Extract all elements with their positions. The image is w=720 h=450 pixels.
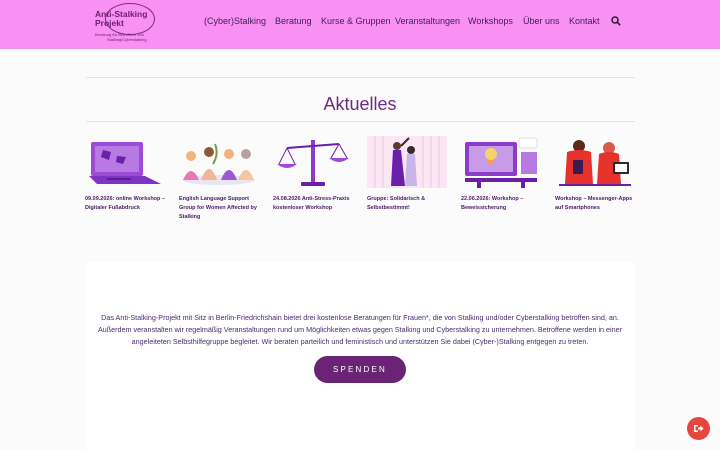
news-card-title: Gruppe: Solidarisch & Selbstbestimmt! xyxy=(367,196,426,211)
people-illustration-icon xyxy=(367,136,447,188)
group-illustration-icon xyxy=(183,143,255,185)
donate-button[interactable]: SPENDEN xyxy=(314,356,406,383)
divider-bottom xyxy=(86,121,635,122)
site-header: Anti-Stalking Projekt Beratung für Betro… xyxy=(0,0,720,49)
scales-illustration-icon xyxy=(277,140,349,186)
workspace-illustration-icon xyxy=(465,137,538,188)
logo-text-line2: Projekt xyxy=(95,18,124,28)
nav-item-workshops[interactable]: Workshops xyxy=(468,16,513,26)
news-card-title: 22.06.2026: Workshop – Beweissicherung xyxy=(461,196,524,211)
section-title-aktuelles: Aktuelles xyxy=(323,94,397,114)
quick-exit-button[interactable] xyxy=(687,417,710,440)
news-card-title: English Language Support Group for Women… xyxy=(179,196,257,220)
site-logo[interactable]: Anti-Stalking Projekt Beratung für Betro… xyxy=(93,3,159,43)
search-icon[interactable] xyxy=(611,16,621,26)
nav-item-kurse-gruppen[interactable]: Kurse & Gruppen xyxy=(321,16,391,26)
laptop-illustration-icon xyxy=(89,142,161,184)
nav-item-ueber-uns[interactable]: Über uns xyxy=(523,16,560,26)
divider-top xyxy=(86,77,635,78)
logo-tagline-line2: Stalking/Cyberstalking xyxy=(107,37,147,42)
news-card-title: 24.08.2026 Anti-Stress-Praxis kostenlose… xyxy=(273,196,350,211)
nav-item-veranstaltungen[interactable]: Veranstaltungen xyxy=(395,16,460,26)
news-card-title: 09.09.2026: online Workshop – Digitaler … xyxy=(85,196,165,211)
nav-item-kontakt[interactable]: Kontakt xyxy=(569,16,600,26)
exit-icon xyxy=(694,425,704,432)
news-card-title: Workshop – Messenger-Apps auf Smartphone… xyxy=(555,196,633,211)
intro-text: Das Anti-Stalking-Projekt mit Sitz in Be… xyxy=(97,313,623,346)
nav-item-beratung[interactable]: Beratung xyxy=(275,16,312,26)
nav-item-cyberstalking[interactable]: (Cyber)Stalking xyxy=(204,16,266,26)
smartphone-illustration-icon xyxy=(559,140,631,186)
